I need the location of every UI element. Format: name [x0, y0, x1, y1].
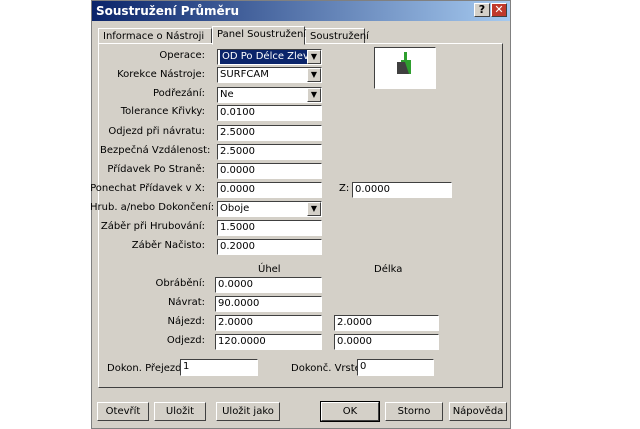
navrat-label: Návrat:: [167, 297, 205, 308]
odjezd-label: Odjezd:: [166, 335, 205, 346]
dokon-prejezdy-input[interactable]: 1: [180, 359, 258, 376]
chevron-down-icon[interactable]: ▼: [307, 50, 321, 64]
save-as-button[interactable]: Uložit jako: [216, 402, 280, 421]
bezpecna-input[interactable]: 2.5000: [217, 144, 322, 160]
pridavek-label: Přídavek Po Straně:: [107, 164, 205, 175]
ponechat-x-label: Ponechat Přídavek v X:: [90, 183, 205, 194]
window-title: Soustružení Průměru: [96, 4, 240, 18]
tolerance-label: Tolerance Křivky:: [120, 106, 205, 117]
korekce-value: SURFCAM: [220, 69, 269, 80]
tab-turning-panel[interactable]: Panel Soustružení: [212, 26, 306, 45]
chevron-down-icon[interactable]: ▼: [307, 88, 321, 102]
hrub-label: Hrub. a/nebo Dokončení:: [90, 202, 215, 213]
operace-label: Operace:: [159, 50, 205, 61]
open-button[interactable]: Otevřít: [97, 402, 149, 421]
bezpecna-label: Bezpečná Vzdálenost:: [100, 145, 211, 156]
chevron-down-icon[interactable]: ▼: [307, 68, 321, 82]
odjezd-uhel-input[interactable]: 120.0000: [215, 334, 322, 350]
zaber-nacisto-input[interactable]: 0.2000: [217, 239, 322, 255]
ok-button[interactable]: OK: [320, 401, 380, 422]
podrezani-select[interactable]: Ne ▼: [217, 87, 322, 103]
delka-header: Délka: [374, 264, 403, 275]
navrat-uhel-input[interactable]: 90.0000: [215, 296, 322, 312]
odjezd-delka-input[interactable]: 0.0000: [334, 334, 439, 350]
korekce-label: Korekce Nástroje:: [117, 69, 205, 80]
najezd-uhel-input[interactable]: 2.0000: [215, 315, 322, 331]
pridavek-input[interactable]: 0.0000: [217, 163, 322, 179]
help-button[interactable]: Nápověda: [449, 402, 507, 421]
save-button[interactable]: Uložit: [154, 402, 206, 421]
operace-value: OD Po Délce Zleva: [220, 50, 318, 64]
tab-turning[interactable]: Soustružení: [305, 28, 369, 44]
zaber-hrub-label: Záběr při Hrubování:: [100, 221, 205, 232]
tool-preview: [374, 47, 436, 89]
zaber-hrub-input[interactable]: 1.5000: [217, 220, 322, 236]
cancel-button[interactable]: Storno: [385, 402, 443, 421]
close-button[interactable]: ✕: [491, 3, 507, 17]
chevron-down-icon[interactable]: ▼: [307, 202, 321, 216]
obrabeni-label: Obrábění:: [155, 278, 205, 289]
operace-select[interactable]: OD Po Délce Zleva ▼: [217, 49, 322, 65]
odjezd-navrat-input[interactable]: 2.5000: [217, 125, 322, 141]
ponechat-z-input[interactable]: 0.0000: [352, 182, 452, 198]
najezd-delka-input[interactable]: 2.0000: [334, 315, 439, 331]
dokon-prejezdy-label: Dokon. Přejezdy:: [107, 363, 191, 374]
ponechat-x-input[interactable]: 0.0000: [217, 182, 322, 198]
ponechat-z-label: Z:: [339, 183, 350, 194]
tab-tool-info[interactable]: Informace o Nástroji: [98, 28, 212, 44]
dokonc-vrstev-input[interactable]: 0: [357, 359, 434, 376]
najezd-label: Nájezd:: [167, 316, 205, 327]
hrub-select[interactable]: Oboje ▼: [217, 201, 322, 217]
podrezani-value: Ne: [220, 89, 234, 100]
korekce-select[interactable]: SURFCAM ▼: [217, 67, 322, 83]
lathe-tool-icon: [397, 52, 411, 74]
obrabeni-uhel-input[interactable]: 0.0000: [215, 277, 322, 293]
podrezani-label: Podřezání:: [152, 88, 205, 99]
help-title-button[interactable]: ?: [474, 3, 490, 17]
hrub-value: Oboje: [220, 203, 250, 214]
tolerance-input[interactable]: 0.0100: [217, 105, 322, 121]
zaber-nacisto-label: Záběr Načisto:: [131, 240, 205, 251]
title-bar: Soustružení Průměru ? ✕: [92, 1, 510, 21]
uhel-header: Úhel: [258, 264, 281, 275]
odjezd-navrat-label: Odjezd při návratu:: [108, 126, 205, 137]
